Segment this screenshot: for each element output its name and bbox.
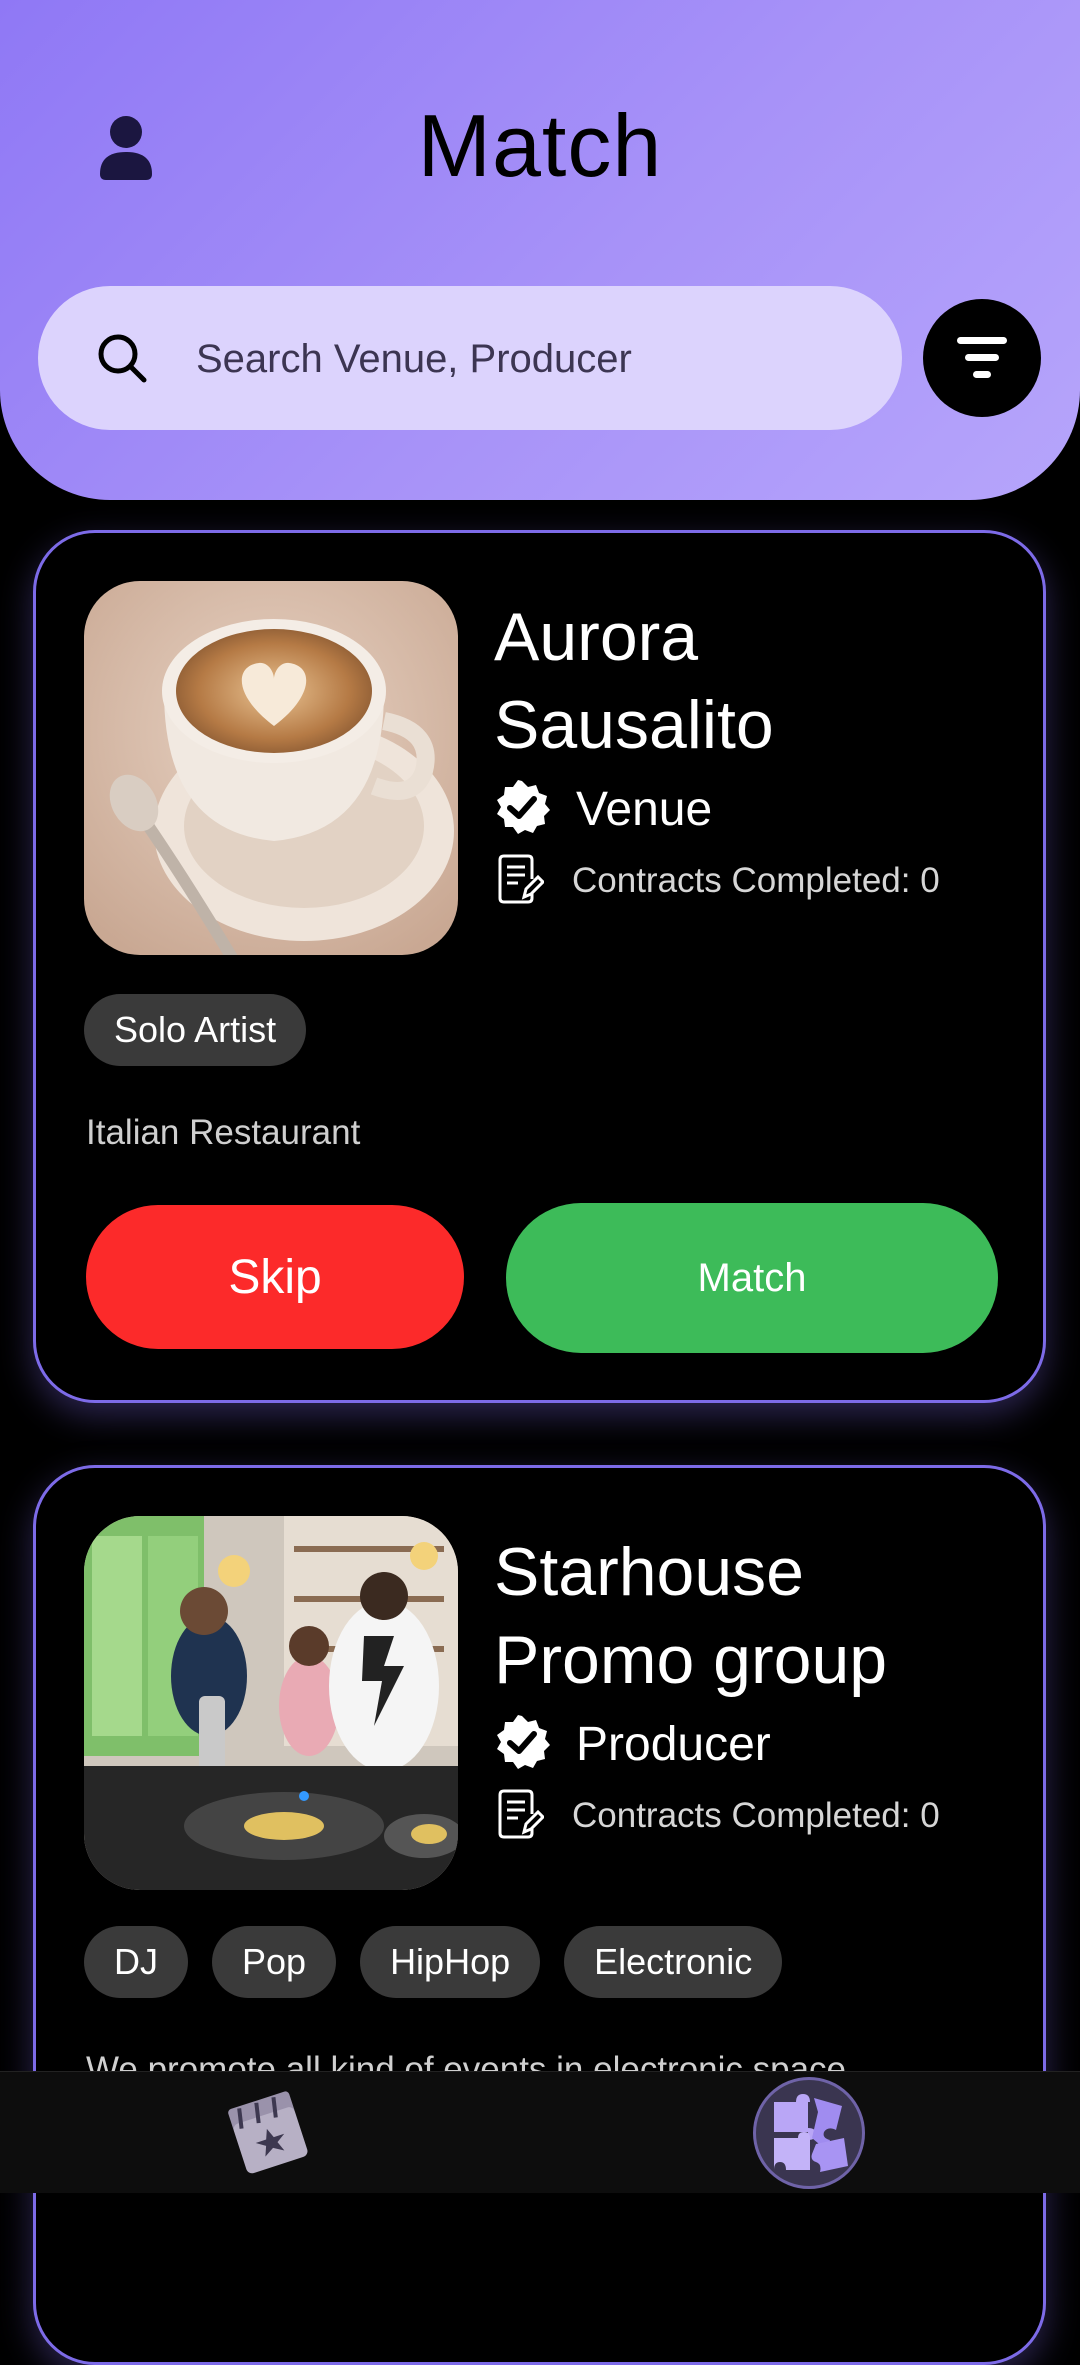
contracts-row: Contracts Completed: 0: [498, 1786, 940, 1846]
filter-icon: [957, 337, 1007, 378]
tag-list: Solo Artist: [84, 994, 307, 1066]
profile-type-label: Producer: [576, 1717, 771, 1771]
tag-chip: DJ: [84, 1926, 188, 1998]
card-description: Italian Restaurant: [86, 1113, 361, 1152]
contracts-completed: Contracts Completed: 0: [572, 861, 940, 900]
match-card: Aurora Sausalito Venue Contracts Complet…: [33, 530, 1046, 1403]
verified-badge-icon: [494, 1714, 550, 1775]
puzzle-match-icon: [774, 2094, 848, 2172]
card-title: Starhouse Promo group: [494, 1534, 888, 1698]
tag-chip: Solo Artist: [84, 994, 307, 1066]
tag-chip: HipHop: [360, 1926, 541, 1998]
filter-button[interactable]: [923, 299, 1041, 417]
events-icon[interactable]: [226, 2090, 314, 2174]
match-card: Starhouse Promo group Producer Contracts…: [33, 1465, 1046, 2365]
match-button[interactable]: Match: [506, 1203, 998, 1353]
search-bar[interactable]: [38, 286, 902, 432]
tag-list: DJ Pop HipHop Electronic: [84, 1926, 783, 1998]
page-title: Match: [417, 96, 663, 195]
profile-type-label: Venue: [576, 782, 713, 836]
skip-button[interactable]: Skip: [86, 1205, 464, 1349]
header: Match: [0, 0, 1080, 500]
contracts-row: Contracts Completed: 0: [498, 851, 940, 911]
profile-type-row: Venue: [494, 779, 712, 839]
contracts-completed: Contracts Completed: 0: [572, 1796, 940, 1835]
tag-chip: Electronic: [564, 1926, 783, 1998]
puzzle-match-tab[interactable]: [753, 2077, 865, 2189]
bottom-nav: [0, 2071, 1080, 2193]
contract-icon: [498, 853, 546, 910]
verified-badge-icon: [494, 779, 550, 840]
profile-type-row: Producer: [494, 1714, 771, 1774]
contract-icon: [498, 1788, 546, 1845]
search-icon: [96, 332, 148, 384]
tag-chip: Pop: [212, 1926, 337, 1998]
card-title: Aurora Sausalito: [494, 599, 774, 763]
search-input[interactable]: [194, 286, 858, 432]
producer-photo: [84, 1516, 458, 1890]
venue-photo: [84, 581, 458, 955]
